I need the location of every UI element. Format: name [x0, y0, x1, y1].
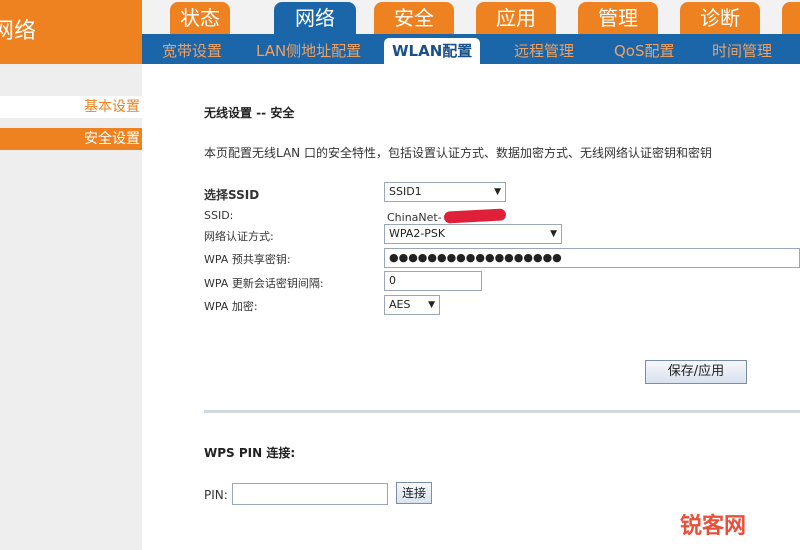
sub-tab-bar: 宽带设置 LAN侧地址配置 WLAN配置 远程管理 QoS配置 时间管理 — [142, 34, 800, 64]
psk-label: WPA 预共享密钥: — [204, 253, 291, 266]
sidebar-item-basic[interactable]: 基本设置 — [0, 96, 142, 118]
auth-method-dropdown[interactable]: WPA2-PSK ▼ — [384, 224, 562, 244]
tab-network[interactable]: 网络 — [274, 2, 356, 34]
encryption-dropdown[interactable]: AES ▼ — [384, 295, 440, 315]
auth-method-label: 网络认证方式: — [204, 230, 274, 243]
redaction-mark — [443, 208, 507, 224]
ssid-value: ChinaNet- — [387, 211, 442, 224]
connect-button[interactable]: 连接 — [396, 482, 432, 504]
tab-security[interactable]: 安全 — [374, 2, 454, 34]
save-apply-button[interactable]: 保存/应用 — [645, 360, 747, 384]
main-content: 无线设置 -- 安全 本页配置无线LAN 口的安全特性，包括设置认证方式、数据加… — [142, 64, 800, 550]
subtab-remote-management[interactable]: 远程管理 — [514, 38, 574, 64]
brand-logo: 网络 — [0, 0, 142, 64]
section-divider — [204, 410, 800, 413]
subtab-broadband[interactable]: 宽带设置 — [162, 38, 222, 64]
subtab-time-management[interactable]: 时间管理 — [712, 38, 772, 64]
chevron-down-icon: ▼ — [550, 229, 557, 239]
tab-diagnostics[interactable]: 诊断 — [680, 2, 760, 34]
tab-status[interactable]: 状态 — [170, 2, 230, 34]
brand-text: 网络 — [0, 19, 37, 44]
encryption-label: WPA 加密: — [204, 300, 258, 313]
chevron-down-icon: ▼ — [494, 187, 501, 197]
auth-method-value: WPA2-PSK — [389, 227, 446, 240]
encryption-value: AES — [389, 298, 411, 311]
page-description: 本页配置无线LAN 口的安全特性，包括设置认证方式、数据加密方式、无线网络认证密… — [204, 146, 712, 160]
select-ssid-dropdown[interactable]: SSID1 ▼ — [384, 182, 506, 202]
select-ssid-value: SSID1 — [389, 185, 422, 198]
tab-management[interactable]: 管理 — [578, 2, 658, 34]
wps-section-title: WPS PIN 连接: — [204, 446, 296, 460]
page-title: 无线设置 -- 安全 — [204, 106, 295, 120]
subtab-wlan[interactable]: WLAN配置 — [384, 38, 481, 64]
psk-input[interactable]: ●●●●●●●●●●●●●●●●●● — [384, 248, 800, 268]
ssid-label: SSID: — [204, 209, 234, 222]
tab-more-edge — [782, 2, 800, 34]
subtab-qos[interactable]: QoS配置 — [614, 38, 675, 64]
select-ssid-label: 选择SSID — [204, 188, 260, 202]
tab-applications[interactable]: 应用 — [476, 2, 556, 34]
sidebar: 基本设置 安全设置 — [0, 64, 142, 550]
site-watermark: 锐客网 — [680, 514, 747, 539]
pin-label: PIN: — [204, 488, 228, 502]
rekey-interval-label: WPA 更新会话密钥间隔: — [204, 277, 324, 290]
rekey-interval-input[interactable]: 0 — [384, 271, 482, 291]
subtab-lan-address[interactable]: LAN侧地址配置 — [256, 38, 361, 64]
router-admin-page: 网络 状态 网络 安全 应用 管理 诊断 宽带设置 LAN侧地址配置 WLAN配… — [0, 0, 800, 550]
chevron-down-icon: ▼ — [428, 300, 435, 310]
sidebar-item-security[interactable]: 安全设置 — [0, 128, 142, 150]
pin-input[interactable] — [232, 483, 388, 505]
